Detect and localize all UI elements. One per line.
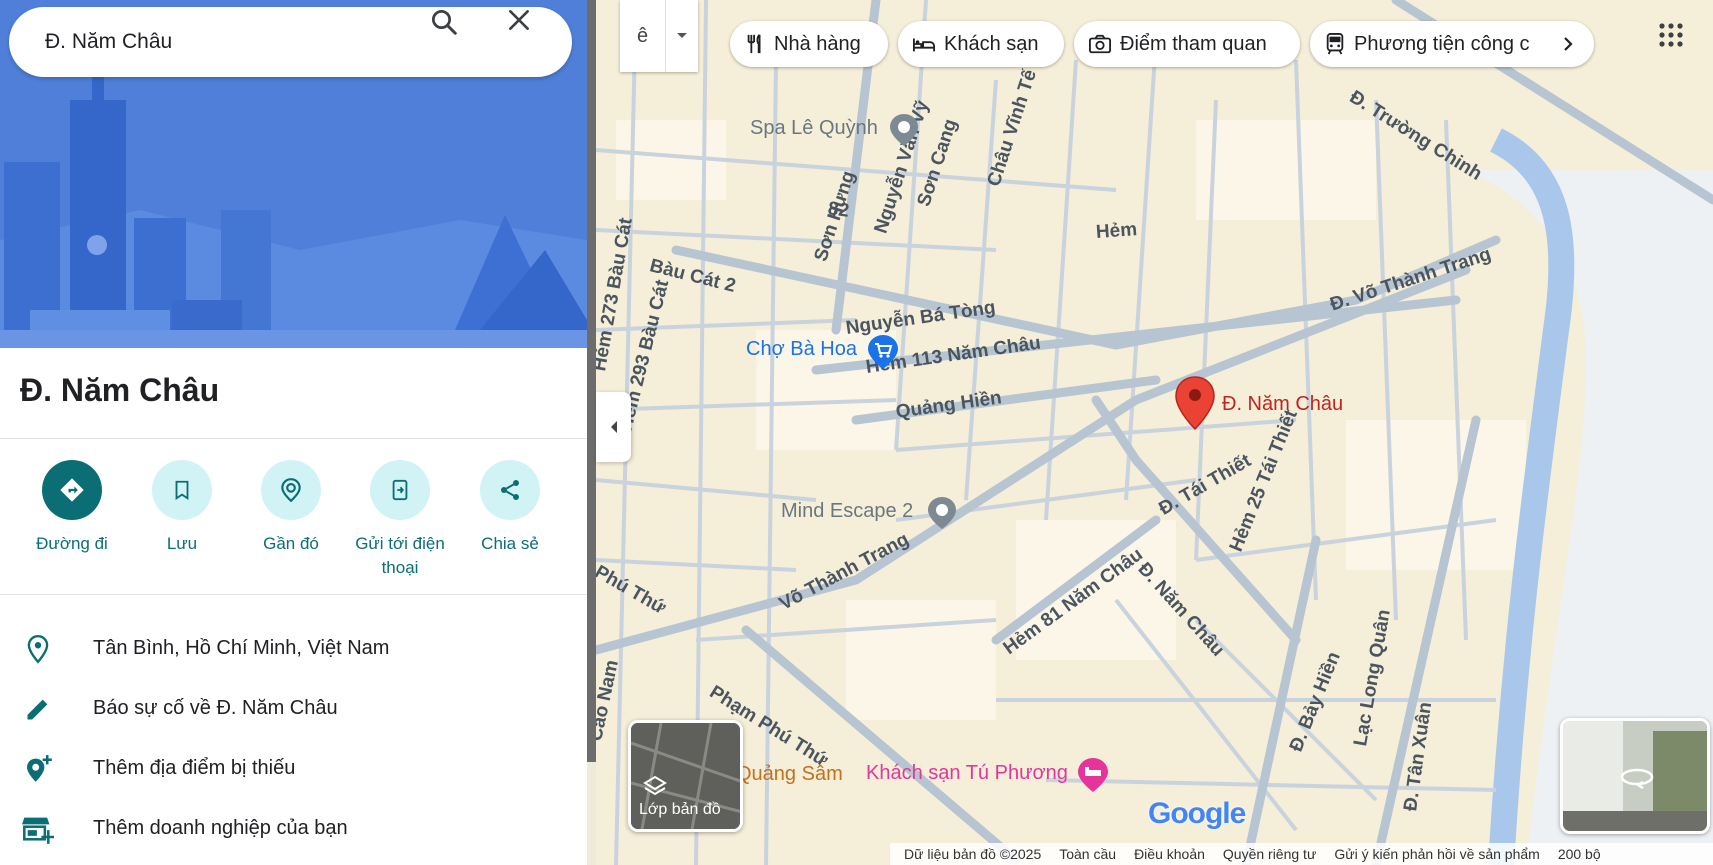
place-panel: Đ. Năm Châu Đ. Năm Châu Đường đi Lưu Gần… [0, 0, 587, 865]
save-button[interactable]: Lưu [127, 460, 237, 556]
pin-label: Đ. Năm Châu [1222, 393, 1344, 415]
chip-attractions[interactable]: Điểm tham quan [1074, 21, 1300, 67]
chip-label: Điểm tham quan [1120, 32, 1267, 55]
add-missing-place-row[interactable]: Thêm địa điểm bị thiếu [0, 738, 587, 798]
send-to-phone-button[interactable]: Gửi tới điện thoại [345, 460, 455, 580]
panel-scrollbar[interactable] [587, 0, 596, 762]
chip-hotels[interactable]: Khách sạn [898, 21, 1064, 67]
search-input[interactable]: Đ. Năm Châu [45, 7, 172, 77]
shopping-cart-icon[interactable] [866, 333, 900, 371]
directions-button[interactable]: Đường đi [17, 460, 127, 556]
selected-place-pin-icon[interactable] [1174, 375, 1216, 431]
street-view-thumbnail[interactable] [1560, 718, 1710, 834]
nearby-icon [261, 460, 321, 520]
feedback-link[interactable]: Gửi ý kiến phản hồi về sản phẩm [1334, 846, 1540, 862]
poi-khach-san-tu-phuong[interactable]: Khách sạn Tú Phương [866, 762, 1068, 785]
input-tools-dropdown[interactable] [666, 0, 698, 72]
save-label: Lưu [166, 534, 198, 553]
chip-label: Phương tiện công c [1354, 32, 1530, 55]
map-canvas[interactable]: Bàu Cát 2 Nguyễn Bá Tòng Hẻm 113 Năm Châ… [596, 0, 1713, 865]
directions-icon [42, 460, 102, 520]
report-issue-row[interactable]: Báo sự cố về Đ. Năm Châu [0, 678, 587, 738]
add-business-icon [22, 813, 54, 845]
location-pin-icon [22, 633, 54, 665]
hotel-icon [913, 38, 935, 52]
poi-cho-ba-hoa[interactable]: Chợ Bà Hoa [746, 338, 857, 361]
map-data-attribution: Dữ liệu bản đồ ©2025 [904, 846, 1042, 862]
poi-marker-icon[interactable] [888, 112, 920, 148]
camera-icon [1089, 34, 1111, 54]
input-tools-control[interactable]: ê [620, 0, 698, 72]
chip-restaurants[interactable]: Nhà hàng [730, 21, 888, 67]
address-row[interactable]: Tân Bình, Hồ Chí Minh, Việt Nam [0, 618, 587, 678]
send-to-phone-icon [370, 460, 430, 520]
nearby-label: Gần đó [263, 534, 319, 553]
add-business-text: Thêm doanh nghiệp của bạn [93, 817, 348, 839]
apps-grid-icon[interactable] [1658, 22, 1684, 48]
address-text: Tân Bình, Hồ Chí Minh, Việt Nam [93, 637, 390, 659]
layers-button[interactable]: Lớp bản đồ [628, 720, 743, 832]
add-business-row[interactable]: Thêm doanh nghiệp của bạn [0, 798, 587, 858]
restaurant-icon [747, 34, 761, 54]
transit-icon [1326, 33, 1344, 55]
send-to-phone-label: Gửi tới điện thoại [355, 534, 445, 577]
clear-search-button[interactable] [506, 7, 566, 77]
share-icon [480, 460, 540, 520]
layers-icon [643, 775, 667, 796]
poi-mind-escape-2[interactable]: Mind Escape 2 [781, 500, 913, 523]
close-icon [509, 10, 529, 30]
caret-down-icon [677, 33, 687, 38]
hotel-marker-icon[interactable] [1076, 756, 1110, 794]
street-label: 82 [826, 198, 851, 222]
poi-spa-le-quynh[interactable]: Spa Lê Quỳnh [750, 117, 878, 140]
google-logo: Google [1148, 797, 1246, 830]
hero-illustration: Đ. Năm Châu [0, 0, 587, 348]
map-footer: Dữ liệu bản đồ ©2025 Toàn cầu Điều khoản… [890, 843, 1713, 865]
poi-label-partial: Quảng Sâm [736, 763, 843, 785]
input-tools-button[interactable]: ê [620, 0, 666, 72]
rotate-360-icon [1620, 768, 1654, 790]
pencil-icon [22, 693, 54, 725]
terms-link[interactable]: Điều khoản [1134, 846, 1205, 862]
chip-transit[interactable]: Phương tiện công c [1310, 21, 1594, 67]
report-issue-text: Báo sự cố về Đ. Năm Châu [93, 697, 338, 719]
privacy-link[interactable]: Quyền riêng tư [1223, 846, 1316, 862]
divider [0, 438, 587, 439]
share-button[interactable]: Chia sẻ [455, 460, 565, 556]
global-link[interactable]: Toàn cầu [1059, 846, 1116, 862]
chip-label: Nhà hàng [774, 32, 861, 55]
collapse-panel-button[interactable] [596, 392, 631, 462]
layers-label: Lớp bản đồ [639, 801, 721, 818]
bookmark-icon [152, 460, 212, 520]
chevron-right-icon[interactable] [1560, 36, 1576, 52]
search-icon [432, 10, 457, 35]
scale-indicator[interactable]: 200 bộ [1558, 846, 1601, 862]
chevron-left-icon [610, 421, 617, 433]
directions-label: Đường đi [36, 534, 108, 553]
search-box[interactable]: Đ. Năm Châu [9, 7, 572, 77]
nearby-button[interactable]: Gần đó [236, 460, 346, 556]
divider [0, 594, 587, 595]
search-button[interactable] [429, 7, 489, 77]
chip-label: Khách sạn [944, 32, 1039, 55]
share-label: Chia sẻ [481, 534, 539, 553]
poi-marker-icon[interactable] [926, 495, 958, 531]
place-title: Đ. Năm Châu [20, 372, 220, 408]
add-missing-place-text: Thêm địa điểm bị thiếu [93, 757, 296, 779]
street-label: Hẻm [1095, 219, 1138, 243]
add-place-icon [22, 753, 54, 785]
